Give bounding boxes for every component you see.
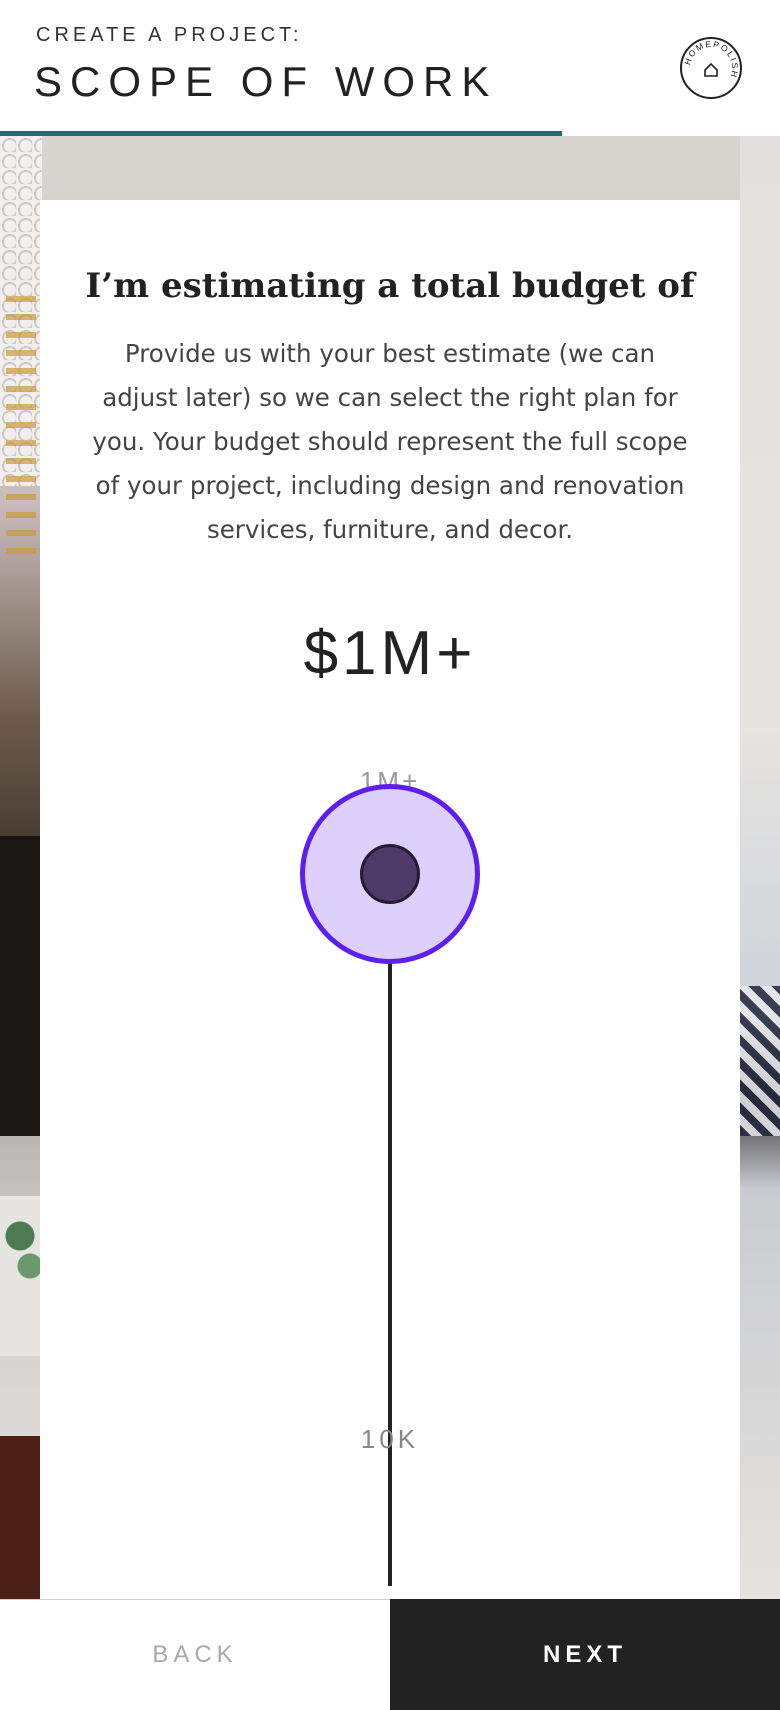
back-button[interactable]: BACK (0, 1599, 390, 1710)
budget-slider-track[interactable] (388, 872, 392, 1586)
chandelier-chain-decor (6, 296, 36, 556)
homepolish-logo-icon: HOMEPOLISH (680, 37, 742, 99)
fireplace-decor (0, 836, 42, 1136)
floor-decor (0, 1436, 42, 1599)
footer-nav: BACK NEXT (0, 1599, 780, 1710)
page-eyebrow: CREATE A PROJECT: (36, 24, 303, 46)
header: CREATE A PROJECT: SCOPE OF WORK HOMEPOLI… (0, 0, 780, 136)
plant-decor (0, 1196, 42, 1356)
budget-card: I’m estimating a total budget of Provide… (40, 200, 740, 1599)
budget-amount: $1M+ (303, 619, 477, 688)
page-title: SCOPE OF WORK (34, 58, 498, 105)
pillow-decor (740, 986, 780, 1136)
budget-heading: I’m estimating a total budget of (85, 266, 695, 306)
budget-description: Provide us with your best estimate (we c… (92, 339, 688, 544)
next-button[interactable]: NEXT (390, 1599, 780, 1710)
slider-min-label: 10K (360, 1424, 420, 1454)
budget-slider-thumb[interactable] (360, 844, 420, 904)
sofa-decor (740, 136, 780, 1599)
